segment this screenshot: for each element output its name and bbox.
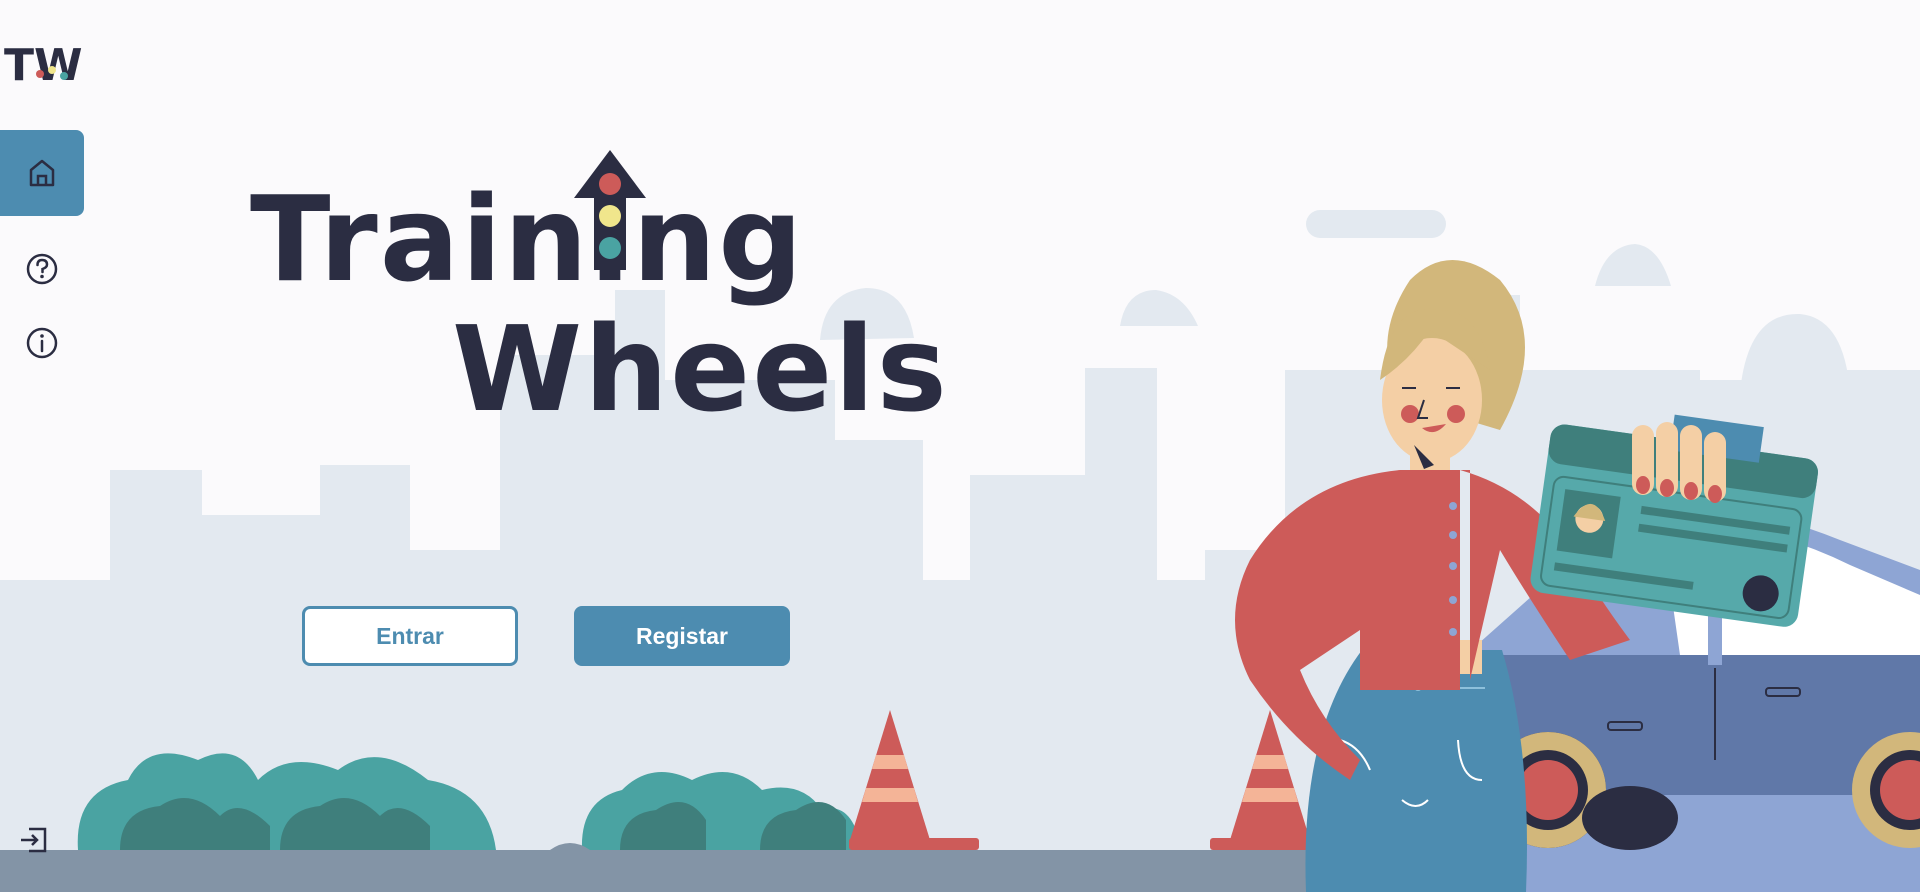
- app-logo[interactable]: TW: [4, 40, 82, 90]
- svg-text:TW: TW: [4, 40, 82, 90]
- login-button[interactable]: Entrar: [302, 606, 518, 666]
- traffic-light-arrow-icon: [574, 150, 646, 270]
- info-icon: [26, 327, 58, 359]
- sidebar: TW: [0, 0, 86, 892]
- nav-logout[interactable]: [0, 800, 78, 880]
- clouds: [820, 210, 1850, 392]
- nav-info[interactable]: [0, 300, 84, 386]
- home-icon: [29, 159, 55, 187]
- app-title-line1: Training: [250, 170, 805, 308]
- background-illustration: [0, 210, 1920, 892]
- nav-home[interactable]: [0, 130, 84, 216]
- help-icon: [26, 253, 58, 285]
- logout-icon: [21, 827, 47, 853]
- register-button[interactable]: Registar: [574, 606, 790, 666]
- app-title-line2: Wheels: [452, 300, 949, 438]
